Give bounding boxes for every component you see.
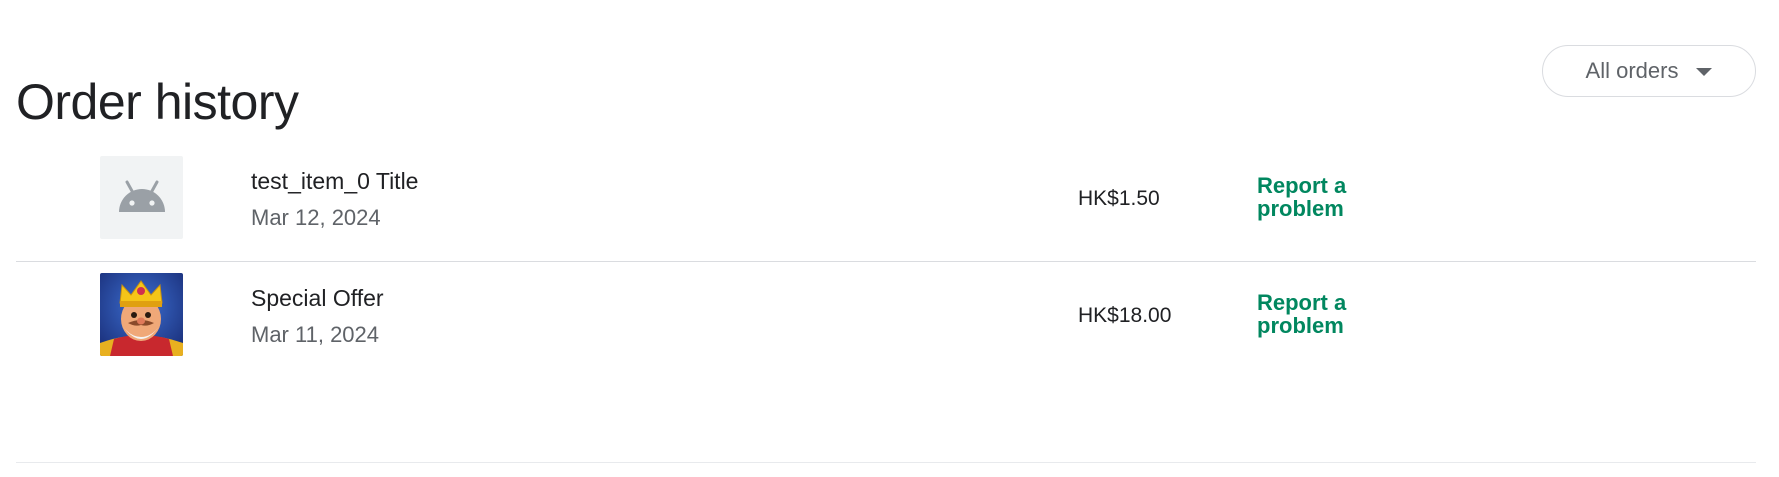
item-price: HK$18.00 [1078,304,1172,327]
king-character-icon [100,273,183,356]
caret-down-icon [1696,68,1713,76]
orders-filter-dropdown[interactable]: All orders [1542,45,1756,97]
android-icon [100,156,183,239]
item-price: HK$1.50 [1078,187,1160,210]
report-problem-link[interactable]: Report a problem [1257,291,1367,337]
filter-label: All orders [1585,58,1679,83]
item-title: Special Offer [251,285,384,311]
item-info: test_item_0 Title Mar 12, 2024 [251,167,418,231]
item-title: test_item_0 Title [251,168,419,194]
item-info: Special Offer Mar 11, 2024 [251,284,384,348]
order-row: Special Offer Mar 11, 2024 HK$18.00 Repo… [16,262,1756,378]
bottom-divider [16,462,1756,463]
item-date: Mar 12, 2024 [251,205,381,230]
order-row: test_item_0 Title Mar 12, 2024 HK$1.50 R… [16,145,1756,262]
report-problem-link[interactable]: Report a problem [1257,174,1367,220]
order-list: test_item_0 Title Mar 12, 2024 HK$1.50 R… [16,145,1756,378]
item-date: Mar 11, 2024 [251,322,380,347]
page-title: Order history [16,73,299,130]
order-history-page: Order history All orders test_item_0 Tit… [0,0,1779,477]
